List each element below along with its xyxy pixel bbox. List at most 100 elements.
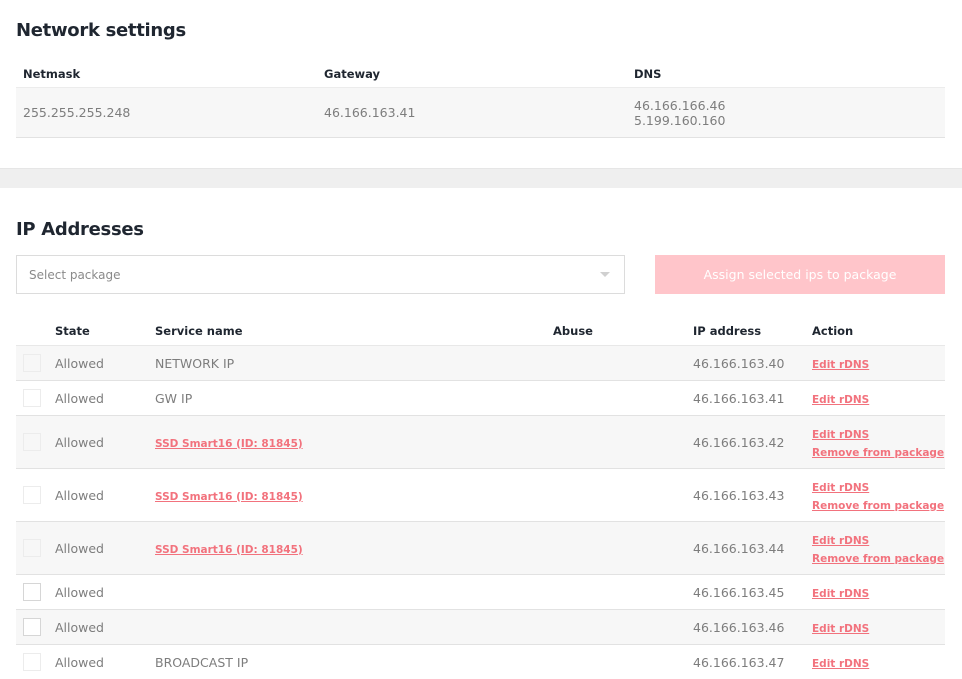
edit-rdns-link[interactable]: Edit rDNS xyxy=(812,535,869,547)
row-select-cell xyxy=(16,653,55,671)
row-checkbox xyxy=(23,389,41,407)
ip-address-cell: 46.166.163.47 xyxy=(693,654,785,670)
ip-address-cell: 46.166.163.45 xyxy=(693,584,785,600)
remove-from-package-link[interactable]: Remove from package xyxy=(812,553,944,565)
action-cell: Edit rDNS xyxy=(812,655,945,670)
action-cell: Edit rDNS xyxy=(812,356,945,371)
ip-addresses-table: State Service name Abuse IP address Acti… xyxy=(16,316,945,679)
row-select-cell xyxy=(16,354,55,372)
row-select-cell xyxy=(16,618,55,636)
remove-from-package-link[interactable]: Remove from package xyxy=(812,500,944,512)
row-checkbox xyxy=(23,539,41,557)
dns-value-secondary: 5.199.160.160 xyxy=(634,112,726,128)
action-cell: Edit rDNS xyxy=(812,585,945,600)
gateway-header: Gateway xyxy=(324,67,381,81)
row-checkbox xyxy=(23,354,41,372)
ip-address-cell: 46.166.163.42 xyxy=(693,434,785,450)
ip-address-cell: 46.166.163.40 xyxy=(693,355,785,371)
dns-header: DNS xyxy=(634,66,662,81)
service-name-cell: NETWORK IP xyxy=(155,356,553,371)
row-select-cell xyxy=(16,433,55,451)
service-link[interactable]: SSD Smart16 (ID: 81845) xyxy=(155,438,303,450)
edit-rdns-link[interactable]: Edit rDNS xyxy=(812,482,869,494)
netmask-value: 255.255.255.248 xyxy=(23,105,131,120)
ip-address-cell: 46.166.163.44 xyxy=(693,540,785,556)
edit-rdns-link[interactable]: Edit rDNS xyxy=(812,623,869,635)
service-name-text: GW IP xyxy=(155,390,193,406)
state-cell: Allowed xyxy=(55,487,104,503)
netmask-header: Netmask xyxy=(23,67,81,81)
row-select-cell xyxy=(16,486,55,504)
edit-rdns-link[interactable]: Edit rDNS xyxy=(812,394,869,406)
row-checkbox[interactable] xyxy=(23,618,41,636)
state-cell: Allowed xyxy=(55,540,104,556)
assign-ips-button[interactable]: Assign selected ips to package xyxy=(655,255,945,294)
network-settings-title: Network settings xyxy=(16,20,186,41)
service-name-cell: BROADCAST IP xyxy=(155,655,553,670)
service-name-cell: SSD Smart16 (ID: 81845) xyxy=(155,541,553,556)
state-cell: Allowed xyxy=(55,584,104,600)
state-cell: Allowed xyxy=(55,434,104,450)
select-package-dropdown[interactable]: Select package xyxy=(16,255,625,294)
state-header: State xyxy=(55,323,90,338)
edit-rdns-link[interactable]: Edit rDNS xyxy=(812,429,869,441)
section-divider xyxy=(0,168,962,188)
row-select-cell xyxy=(16,539,55,557)
service-name-cell: SSD Smart16 (ID: 81845) xyxy=(155,488,553,503)
state-cell: Allowed xyxy=(55,654,104,670)
table-row: Allowed 46.166.163.45 Edit rDNS xyxy=(16,575,945,610)
state-cell: Allowed xyxy=(55,619,104,635)
table-row: Allowed BROADCAST IP 46.166.163.47 Edit rDN… xyxy=(16,645,945,679)
row-checkbox[interactable] xyxy=(23,583,41,601)
state-cell: Allowed xyxy=(55,390,104,406)
table-row: Allowed SSD Smart16 (ID: 81845) 46.166.163… xyxy=(16,469,945,522)
action-cell: Edit rDNS xyxy=(812,620,945,635)
ip-address-header: IP address xyxy=(693,323,762,338)
network-settings-header-row: Netmask Gateway DNS xyxy=(16,61,945,87)
dns-values: 46.166.166.46 5.199.160.160 xyxy=(634,98,945,128)
ip-addresses-title: IP Addresses xyxy=(16,219,144,240)
service-name-text: BROADCAST IP xyxy=(155,654,249,670)
network-settings-section: Network settings Netmask Gateway DNS 255… xyxy=(0,0,962,168)
table-row: Allowed SSD Smart16 (ID: 81845) 46.166.163… xyxy=(16,416,945,469)
ip-addresses-section: IP Addresses Select package Assign selec… xyxy=(0,188,962,679)
service-name-header: Service name xyxy=(155,323,243,338)
service-link[interactable]: SSD Smart16 (ID: 81845) xyxy=(155,544,303,556)
action-cell: Edit rDNS xyxy=(812,391,945,406)
action-cell: Edit rDNS Remove from package xyxy=(812,426,945,459)
edit-rdns-link[interactable]: Edit rDNS xyxy=(812,359,869,371)
row-checkbox xyxy=(23,486,41,504)
abuse-header: Abuse xyxy=(553,323,593,338)
ip-address-cell: 46.166.163.43 xyxy=(693,487,785,503)
action-header: Action xyxy=(812,323,854,338)
service-link[interactable]: SSD Smart16 (ID: 81845) xyxy=(155,491,303,503)
row-select-cell xyxy=(16,583,55,601)
select-package-placeholder: Select package xyxy=(29,267,121,282)
network-settings-table: Netmask Gateway DNS 255.255.255.248 46.1… xyxy=(16,61,945,138)
service-name-cell: GW IP xyxy=(155,391,553,406)
state-cell: Allowed xyxy=(55,355,104,371)
dns-value-primary: 46.166.166.46 xyxy=(634,97,726,113)
remove-from-package-link[interactable]: Remove from package xyxy=(812,447,944,459)
chevron-down-icon xyxy=(600,272,610,277)
package-controls: Select package Assign selected ips to pa… xyxy=(16,255,945,294)
service-name-cell: SSD Smart16 (ID: 81845) xyxy=(155,435,553,450)
ip-address-cell: 46.166.163.41 xyxy=(693,390,785,406)
table-row: Allowed SSD Smart16 (ID: 81845) 46.166.163… xyxy=(16,522,945,575)
table-row: Allowed GW IP 46.166.163.41 Edit rDNS xyxy=(16,381,945,416)
service-name-text: NETWORK IP xyxy=(155,355,235,371)
action-cell: Edit rDNS Remove from package xyxy=(812,479,945,512)
ip-address-cell: 46.166.163.46 xyxy=(693,619,785,635)
network-settings-row: 255.255.255.248 46.166.163.41 46.166.166… xyxy=(16,87,945,138)
row-checkbox xyxy=(23,653,41,671)
edit-rdns-link[interactable]: Edit rDNS xyxy=(812,588,869,600)
row-select-cell xyxy=(16,389,55,407)
table-row: Allowed 46.166.163.46 Edit rDNS xyxy=(16,610,945,645)
ip-table-header-row: State Service name Abuse IP address Acti… xyxy=(16,316,945,346)
edit-rdns-link[interactable]: Edit rDNS xyxy=(812,658,869,670)
ip-table-body: Allowed NETWORK IP 46.166.163.40 Edit rDNS A… xyxy=(16,346,945,679)
action-cell: Edit rDNS Remove from package xyxy=(812,532,945,565)
table-row: Allowed NETWORK IP 46.166.163.40 Edit rDNS xyxy=(16,346,945,381)
row-checkbox xyxy=(23,433,41,451)
gateway-value: 46.166.163.41 xyxy=(324,105,416,120)
